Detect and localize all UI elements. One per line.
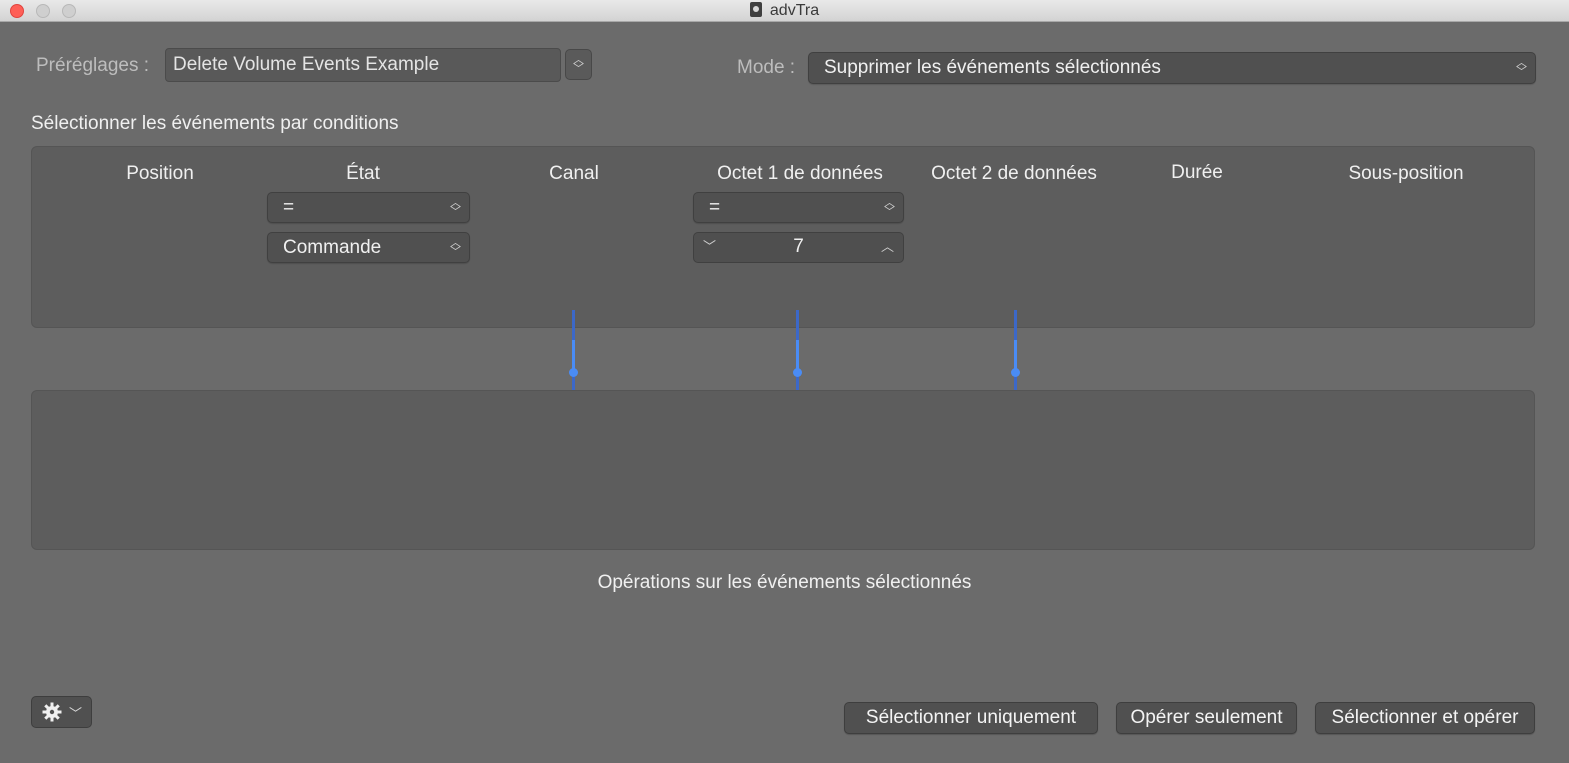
octet2-connector-dot: [1011, 368, 1020, 377]
presets-label: Préréglages :: [36, 55, 150, 76]
column-header-canal: Canal: [549, 163, 599, 184]
column-header-octet1: Octet 1 de données: [717, 163, 883, 184]
octet1-value: 7: [793, 236, 804, 257]
octet1-connector-dot: [793, 368, 802, 377]
select-only-button[interactable]: Sélectionner uniquement: [844, 702, 1098, 734]
octet1-value-stepper[interactable]: ﹀ 7 ︿: [693, 232, 904, 263]
column-header-position: Position: [126, 163, 194, 184]
mode-value: Supprimer les événements sélectionnés: [824, 57, 1161, 78]
operate-only-button[interactable]: Opérer seulement: [1116, 702, 1297, 734]
title-bar: advTra: [0, 0, 1569, 22]
up-down-chevron-icon: ︿ ﹀: [884, 196, 895, 218]
column-header-duree: Durée: [1171, 162, 1223, 183]
mode-popup[interactable]: Supprimer les événements sélectionnés ︿ ﹀: [808, 52, 1536, 84]
up-down-chevron-icon: ︿ ﹀: [1516, 57, 1527, 78]
operations-panel: [31, 390, 1535, 550]
up-down-chevron-icon: ︿ ﹀: [573, 53, 584, 75]
column-header-etat: État: [346, 163, 380, 184]
window-title: advTra: [0, 2, 1569, 20]
up-down-chevron-icon: ︿ ﹀: [450, 236, 461, 258]
select-and-operate-button[interactable]: Sélectionner et opérer: [1315, 702, 1535, 734]
document-icon: [749, 2, 762, 17]
etat-operator-popup[interactable]: = ︿ ﹀: [267, 192, 470, 223]
etat-operator-value: =: [283, 197, 295, 218]
canal-connector-dot: [569, 368, 578, 377]
operations-title: Opérations sur les événements sélectionn…: [597, 572, 972, 593]
etat-value: Commande: [283, 237, 382, 258]
presets-field[interactable]: Delete Volume Events Example: [165, 48, 561, 82]
etat-value-popup[interactable]: Commande ︿ ﹀: [267, 232, 470, 263]
increment-chevron-icon[interactable]: ︿: [881, 236, 894, 255]
column-header-sous-position: Sous-position: [1348, 163, 1464, 184]
octet1-operator-value: =: [709, 197, 721, 218]
up-down-chevron-icon: ︿ ﹀: [450, 196, 461, 218]
octet1-operator-popup[interactable]: = ︿ ﹀: [693, 192, 904, 223]
gear-menu-button[interactable]: ﹀: [31, 696, 92, 728]
gear-icon: [42, 702, 62, 722]
conditions-title: Sélectionner les événements par conditio…: [31, 113, 399, 134]
mode-label: Mode :: [737, 57, 796, 78]
presets-stepper[interactable]: ︿ ﹀: [565, 49, 592, 80]
chevron-down-icon: ﹀: [69, 706, 83, 721]
